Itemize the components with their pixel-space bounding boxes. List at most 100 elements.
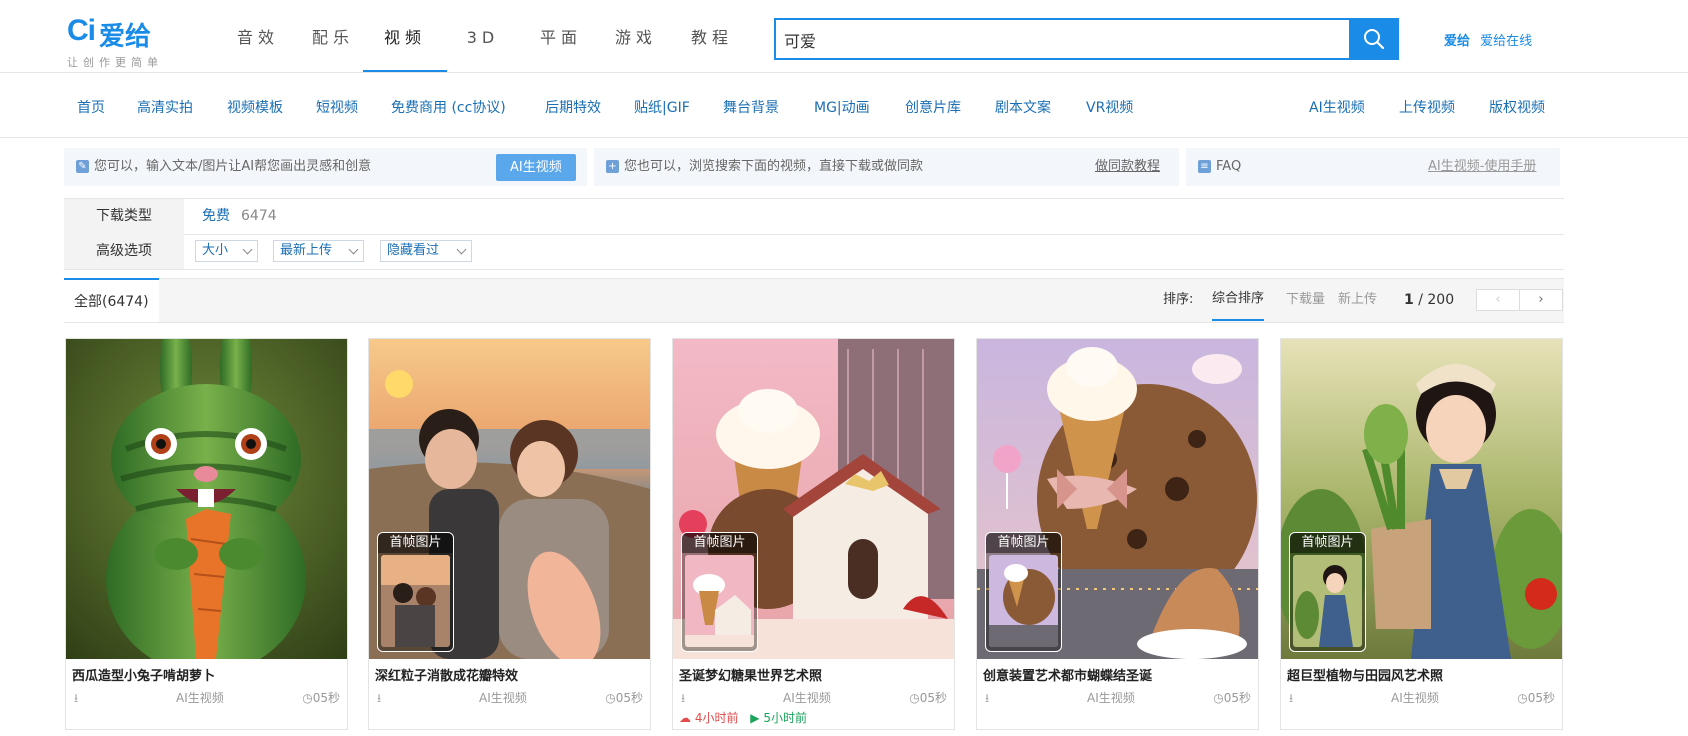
tab-all[interactable]: 全部(6474) — [64, 278, 159, 322]
sub-nav-vr-video[interactable]: VR视频 — [1086, 73, 1133, 137]
logo-slogan: 让创作更简单 — [67, 56, 163, 69]
sub-nav-mg-animation[interactable]: MG|动画 — [814, 73, 870, 137]
sub-nav-licensed-video[interactable]: 版权视频 — [1489, 73, 1545, 137]
first-frame-thumbnail — [1293, 555, 1362, 647]
partner-logo: 爱给 — [1444, 34, 1471, 49]
sub-nav-upload-video[interactable]: 上传视频 — [1399, 73, 1455, 137]
sub-nav-home[interactable]: 首页 — [77, 73, 105, 137]
play-icon: ▶ — [750, 711, 760, 725]
top-nav-video[interactable]: 视频 — [363, 0, 447, 72]
top-header: Ci 爱给 让创作更简单 音效 配乐 视频 3D 平面 游戏 教程 爱给 爱给在… — [0, 0, 1688, 73]
first-frame-image — [381, 555, 450, 647]
video-thumbnail[interactable]: 首帧图片 — [673, 339, 954, 659]
logo-mark: Ci — [67, 14, 96, 47]
download-icon[interactable]: ⭳ — [681, 689, 685, 710]
video-thumbnail[interactable]: 首帧图片 — [369, 339, 650, 659]
card-title[interactable]: 创意装置艺术都市蝴蝶结圣诞 — [983, 665, 1152, 684]
sub-nav-short-video[interactable]: 短视频 — [316, 73, 358, 137]
top-nav-sound[interactable]: 音效 — [228, 0, 288, 72]
download-icon[interactable]: ⭳ — [1289, 689, 1293, 710]
sub-nav-free-commercial[interactable]: 免费商用 (cc协议) — [391, 73, 506, 137]
partner-link[interactable]: 爱给 爱给在线 — [1444, 30, 1532, 49]
chevron-down-icon — [242, 244, 253, 255]
page-indicator: 1 / 200 — [1404, 292, 1455, 308]
hot-time: ☁ 4小时前 — [679, 711, 738, 725]
sort-comprehensive[interactable]: 综合排序 — [1212, 279, 1265, 321]
first-frame-badge: 首帧图片 — [1289, 532, 1366, 652]
video-thumbnail[interactable]: 首帧图片 — [977, 339, 1258, 659]
upload-cloud-icon: ☁ — [679, 711, 691, 725]
card-category: AI生视频 — [176, 691, 224, 705]
card-meta: ⭳ AI生视频 ◷05秒 — [679, 689, 947, 705]
logo-name: 爱给 — [99, 22, 152, 52]
card-meta: ⭳ AI生视频 ◷05秒 — [375, 689, 643, 705]
advanced-options-label: 高级选项 — [64, 234, 184, 269]
sub-nav-scripts[interactable]: 剧本文案 — [995, 73, 1051, 137]
sub-nav-stickers-gif[interactable]: 贴纸|GIF — [634, 73, 690, 137]
video-thumbnail[interactable] — [66, 339, 347, 659]
faq-label[interactable]: FAQ — [1216, 148, 1241, 186]
sort-newest[interactable]: 新上传 — [1338, 279, 1377, 321]
top-nav-tutorial[interactable]: 教程 — [682, 0, 742, 72]
search-icon — [1364, 29, 1385, 50]
clock-icon: ◷ — [605, 691, 616, 705]
download-icon[interactable]: ⭳ — [985, 689, 989, 710]
card-title[interactable]: 深红粒子消散成花瓣特效 — [375, 665, 518, 684]
chevron-down-icon — [456, 244, 467, 255]
clock-icon: ◷ — [302, 691, 313, 705]
search-button[interactable] — [1349, 18, 1399, 60]
sort-downloads[interactable]: 下载量 — [1286, 279, 1325, 321]
upload-order-dropdown[interactable]: 最新上传 — [273, 240, 364, 262]
card-title[interactable]: 圣诞梦幻糖果世界艺术照 — [679, 665, 822, 684]
same-style-tutorial-link[interactable]: 做同款教程 — [1095, 148, 1160, 186]
top-nav-music[interactable]: 配乐 — [303, 0, 363, 72]
tip-ai-text: 您可以，输入文本/图片让AI帮您画出灵感和创意 — [94, 159, 372, 174]
sub-nav-stage-background[interactable]: 舞台背景 — [723, 73, 779, 137]
sub-nav-hd-footage[interactable]: 高清实拍 — [137, 73, 193, 137]
sub-nav-video-templates[interactable]: 视频模板 — [227, 73, 283, 137]
first-frame-image — [989, 555, 1058, 647]
filter-free-count: 6474 — [241, 208, 277, 224]
video-card[interactable]: 首帧图片 超巨型植物与田园风艺术照 ⭳ AI生视频 ◷05秒 — [1280, 338, 1563, 730]
tip-browse-text: 您也可以，浏览搜索下面的视频，直接下载或做同款 — [624, 159, 924, 174]
download-icon[interactable]: ⭳ — [377, 689, 381, 710]
top-nav-game[interactable]: 游戏 — [606, 0, 666, 72]
card-category: AI生视频 — [783, 691, 831, 705]
first-frame-label: 首帧图片 — [378, 533, 453, 553]
card-duration-value: 05秒 — [312, 691, 340, 705]
chevron-right-icon: › — [1538, 292, 1544, 307]
next-page-button[interactable]: › — [1519, 289, 1563, 311]
video-thumbnail[interactable]: 首帧图片 — [1281, 339, 1562, 659]
first-frame-badge: 首帧图片 — [681, 532, 758, 652]
ai-video-manual-link[interactable]: AI生视频-使用手册 — [1428, 148, 1536, 186]
video-card[interactable]: 首帧图片 创意装置艺术都市蝴蝶结圣诞 ⭳ AI生视频 ◷05秒 — [976, 338, 1259, 730]
filter-free-link[interactable]: 免费 — [202, 199, 230, 234]
clock-icon: ◷ — [909, 691, 920, 705]
first-frame-image — [1293, 555, 1362, 647]
card-title[interactable]: 超巨型植物与田园风艺术照 — [1287, 665, 1443, 684]
sub-nav-post-effects[interactable]: 后期特效 — [545, 73, 601, 137]
card-duration: ◷05秒 — [1517, 689, 1555, 706]
video-card[interactable]: 首帧图片 圣诞梦幻糖果世界艺术照 ⭳ AI生视频 ◷05秒 ☁ 4小时前 ▶ 5… — [672, 338, 955, 730]
ai-video-button[interactable]: AI生视频 — [496, 154, 576, 181]
hide-viewed-dropdown[interactable]: 隐藏看过 — [380, 240, 472, 262]
card-duration: ◷05秒 — [909, 689, 947, 706]
first-frame-label: 首帧图片 — [682, 533, 757, 553]
tip-ai-prompt: ✎ 您可以，输入文本/图片让AI帮您画出灵感和创意 AI生视频 — [64, 148, 587, 186]
hide-viewed-dropdown-label: 隐藏看过 — [387, 243, 440, 258]
card-duration-value: 05秒 — [1223, 691, 1251, 705]
sub-nav-ai-video[interactable]: AI生视频 — [1309, 73, 1365, 137]
card-title[interactable]: 西瓜造型小兔子啃胡萝卜 — [72, 665, 215, 684]
play-time: ▶ 5小时前 — [750, 711, 807, 725]
tip-faq: ≡ FAQ AI生视频-使用手册 — [1186, 148, 1560, 186]
video-card[interactable]: 西瓜造型小兔子啃胡萝卜 ⭳ AI生视频 ◷05秒 — [65, 338, 348, 730]
sub-nav-creative-library[interactable]: 创意片库 — [905, 73, 961, 137]
search-input[interactable] — [776, 20, 1306, 60]
prev-page-button[interactable]: ‹ — [1476, 289, 1520, 311]
size-dropdown[interactable]: 大小 — [195, 240, 258, 262]
top-nav-graphic[interactable]: 平面 — [531, 0, 591, 72]
download-icon[interactable]: ⭳ — [74, 689, 78, 710]
video-card[interactable]: 首帧图片 深红粒子消散成花瓣特效 ⭳ AI生视频 ◷05秒 — [368, 338, 651, 730]
top-nav-3d[interactable]: 3D — [453, 0, 513, 72]
first-frame-label: 首帧图片 — [1290, 533, 1365, 553]
